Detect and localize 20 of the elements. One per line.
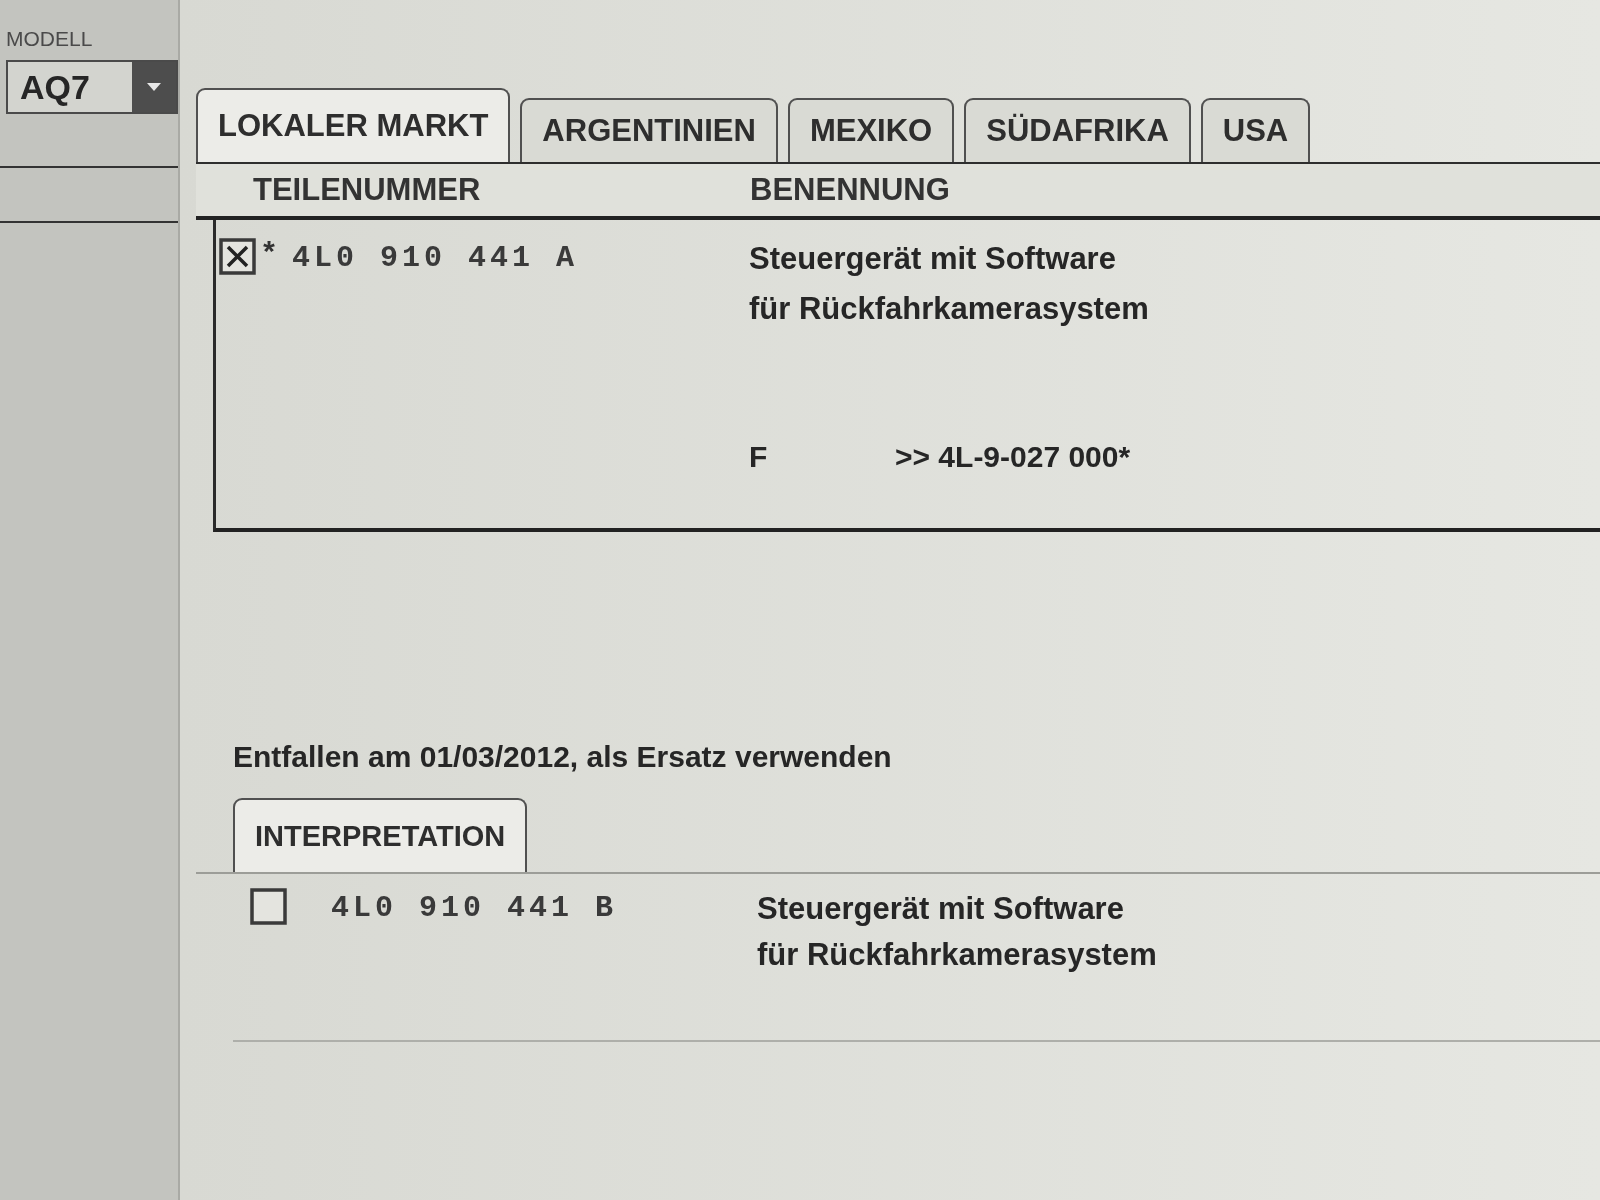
tab[interactable]: MEXIKO	[787, 98, 955, 162]
tab[interactable]: INTERPRETATION	[233, 798, 528, 872]
marker-text: *	[260, 238, 278, 272]
note-code: F	[749, 440, 768, 474]
note-reference: >> 4L-9-027 000*	[895, 440, 1131, 474]
part-description: Steuergerät mit Software für Rückfahrkamerasystem	[757, 890, 1157, 974]
model-dropdown[interactable]: AQ7	[6, 60, 178, 114]
part-description: Steuergerät mit Software für Rückfahrkamerasystem	[749, 240, 1149, 328]
tab[interactable]: ARGENTINIEN	[520, 98, 778, 162]
field-label: MODELL	[6, 26, 93, 52]
tab[interactable]: SÜDAFRIKA	[964, 98, 1191, 162]
column-header: TEILENUMMER	[252, 172, 481, 208]
status-message: Entfallen am 01/03/2012, als Ersatz verwenden	[233, 740, 892, 774]
column-header: BENENNUNG	[750, 172, 950, 208]
tab[interactable]: LOKALER MARKT	[196, 88, 511, 162]
checkbox[interactable]	[250, 888, 287, 925]
checkbox[interactable]	[219, 238, 256, 275]
part-number: 4L0 910 441 B	[331, 890, 618, 927]
part-number: 4L0 910 441 A	[292, 240, 579, 277]
tab[interactable]: USA	[1200, 98, 1311, 162]
